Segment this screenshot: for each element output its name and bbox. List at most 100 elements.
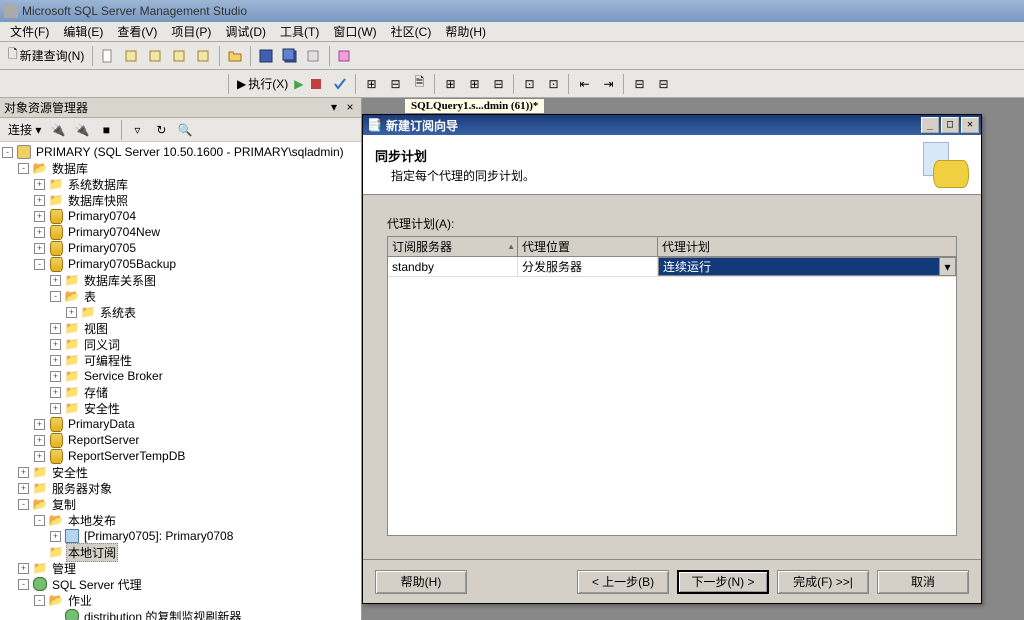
tree-sysdb[interactable]: 系统数据库 xyxy=(66,176,130,193)
agent-plan-combobox[interactable]: 连续运行 ▾ xyxy=(658,257,956,276)
chevron-down-icon[interactable]: ▾ xyxy=(939,258,955,275)
toolbar-new4-icon[interactable] xyxy=(193,45,215,67)
menu-edit[interactable]: 编辑(E) xyxy=(57,21,109,42)
toolbar-btn5-icon[interactable]: ⊞ xyxy=(463,73,485,95)
toolbar-uncomment-icon[interactable]: ⊟ xyxy=(652,73,674,95)
toolbar-open-icon[interactable] xyxy=(224,45,246,67)
tree-databases[interactable]: 数据库 xyxy=(50,160,90,177)
tree-expander[interactable]: + xyxy=(50,387,61,398)
menu-debug[interactable]: 调试(D) xyxy=(219,21,272,42)
tree-db[interactable]: ReportServerTempDB xyxy=(66,449,187,463)
tree-expander[interactable]: + xyxy=(50,403,61,414)
tree-expander[interactable]: + xyxy=(18,563,29,574)
finish-button[interactable]: 完成(F) >>| xyxy=(777,570,869,594)
toolbar-more-icon[interactable] xyxy=(303,45,325,67)
new-query-button[interactable]: 🗋 新建查询(N) xyxy=(4,43,88,68)
filter-icon[interactable]: ▿ xyxy=(126,119,148,141)
tree-replication[interactable]: 复制 xyxy=(50,496,78,513)
tree-security[interactable]: 安全性 xyxy=(50,464,90,481)
menu-window[interactable]: 窗口(W) xyxy=(327,21,382,42)
document-tab[interactable]: SQLQuery1.s...dmin (61))* xyxy=(404,98,545,114)
tree-expander[interactable]: - xyxy=(50,291,61,302)
tree-localpub[interactable]: 本地发布 xyxy=(66,512,118,529)
toolbar-btn3-icon[interactable]: 🗎 xyxy=(408,73,430,95)
tree-expander[interactable]: + xyxy=(66,307,77,318)
minimize-button[interactable]: _ xyxy=(921,117,939,133)
explorer-search-icon[interactable]: 🔍 xyxy=(174,119,196,141)
tree-expander[interactable]: + xyxy=(34,179,45,190)
tree-expander[interactable]: + xyxy=(50,275,61,286)
tree-tables[interactable]: 表 xyxy=(82,288,98,305)
menu-tools[interactable]: 工具(T) xyxy=(274,21,325,42)
tree-agent[interactable]: SQL Server 代理 xyxy=(50,576,144,593)
tree-expander[interactable]: + xyxy=(18,483,29,494)
tree-job[interactable]: distribution 的复制监视刷新器 xyxy=(82,608,243,620)
toolbar-btn8-icon[interactable]: ⊡ xyxy=(542,73,564,95)
maximize-button[interactable]: □ xyxy=(941,117,959,133)
tree-expander[interactable]: + xyxy=(50,323,61,334)
toolbar-saveall-icon[interactable] xyxy=(279,45,301,67)
menu-view[interactable]: 查看(V) xyxy=(111,21,163,42)
object-explorer-tree[interactable]: -PRIMARY (SQL Server 10.50.1600 - PRIMAR… xyxy=(0,142,361,620)
toolbar-btn4-icon[interactable]: ⊞ xyxy=(439,73,461,95)
toolbar-btn-icon[interactable]: ⊞ xyxy=(360,73,382,95)
help-button[interactable]: 帮助(H) xyxy=(375,570,467,594)
tree-dbsnap[interactable]: 数据库快照 xyxy=(66,192,130,209)
toolbar-comment-icon[interactable]: ⊟ xyxy=(628,73,650,95)
panel-close-icon[interactable]: × xyxy=(343,101,357,115)
execute-button[interactable]: ▶ 执行(X) xyxy=(233,73,292,94)
tree-expander[interactable]: - xyxy=(34,259,45,270)
next-button[interactable]: 下一步(N) > xyxy=(677,570,769,594)
toolbar-btn2-icon[interactable]: ⊟ xyxy=(384,73,406,95)
tree-expander[interactable]: + xyxy=(50,355,61,366)
tree-views[interactable]: 视图 xyxy=(82,320,110,337)
grid-col-plan[interactable]: 代理计划 xyxy=(658,237,956,256)
tree-db[interactable]: Primary0705Backup xyxy=(66,257,178,271)
tree-jobs[interactable]: 作业 xyxy=(66,592,94,609)
tree-expander[interactable]: - xyxy=(18,163,29,174)
tree-expander[interactable]: - xyxy=(18,579,29,590)
tree-expander[interactable]: - xyxy=(34,515,45,526)
tree-diagram[interactable]: 数据库关系图 xyxy=(82,272,158,289)
toolbar-indent-out-icon[interactable]: ⇤ xyxy=(573,73,595,95)
toolbar-activity-icon[interactable] xyxy=(334,45,356,67)
toolbar-new2-icon[interactable] xyxy=(145,45,167,67)
grid-row[interactable]: standby 分发服务器 连续运行 ▾ xyxy=(388,257,956,277)
toolbar-new-file-icon[interactable] xyxy=(97,45,119,67)
connect-button[interactable]: 连接 ▾ xyxy=(4,119,45,140)
refresh-icon[interactable]: ↻ xyxy=(150,119,172,141)
toolbar-save-icon[interactable] xyxy=(255,45,277,67)
toolbar-parse-icon[interactable] xyxy=(329,73,351,95)
tree-systables[interactable]: 系统表 xyxy=(98,304,138,321)
toolbar-new3-icon[interactable] xyxy=(169,45,191,67)
toolbar-new-icon[interactable] xyxy=(121,45,143,67)
tree-expander[interactable]: + xyxy=(18,467,29,478)
toolbar-indent-in-icon[interactable]: ⇥ xyxy=(597,73,619,95)
menu-help[interactable]: 帮助(H) xyxy=(439,21,492,42)
back-button[interactable]: < 上一步(B) xyxy=(577,570,669,594)
grid-col-server[interactable]: 订阅服务器▲ xyxy=(388,237,518,256)
connect-icon[interactable]: 🔌 xyxy=(47,119,69,141)
tree-dbsecurity[interactable]: 安全性 xyxy=(82,400,122,417)
tree-management[interactable]: 管理 xyxy=(50,560,78,577)
tree-servicebroker[interactable]: Service Broker xyxy=(82,369,165,383)
tree-serverobjects[interactable]: 服务器对象 xyxy=(50,480,114,497)
grid-col-location[interactable]: 代理位置 xyxy=(518,237,658,256)
tree-db[interactable]: PrimaryData xyxy=(66,417,137,431)
tree-expander[interactable]: + xyxy=(34,227,45,238)
tree-programmability[interactable]: 可编程性 xyxy=(82,352,134,369)
toolbar-btn7-icon[interactable]: ⊡ xyxy=(518,73,540,95)
close-button[interactable]: ✕ xyxy=(961,117,979,133)
tree-expander[interactable]: + xyxy=(34,211,45,222)
stop-icon[interactable]: ■ xyxy=(95,119,117,141)
tree-expander[interactable]: + xyxy=(34,419,45,430)
tree-expander[interactable]: + xyxy=(50,371,61,382)
tree-expander[interactable]: + xyxy=(50,339,61,350)
disconnect-icon[interactable]: 🔌 xyxy=(71,119,93,141)
tree-expander[interactable]: - xyxy=(2,147,13,158)
tree-storage[interactable]: 存储 xyxy=(82,384,110,401)
menu-community[interactable]: 社区(C) xyxy=(385,21,438,42)
tree-expander[interactable]: + xyxy=(34,435,45,446)
tree-expander[interactable]: - xyxy=(34,595,45,606)
panel-dropdown-icon[interactable]: ▾ xyxy=(327,101,341,115)
